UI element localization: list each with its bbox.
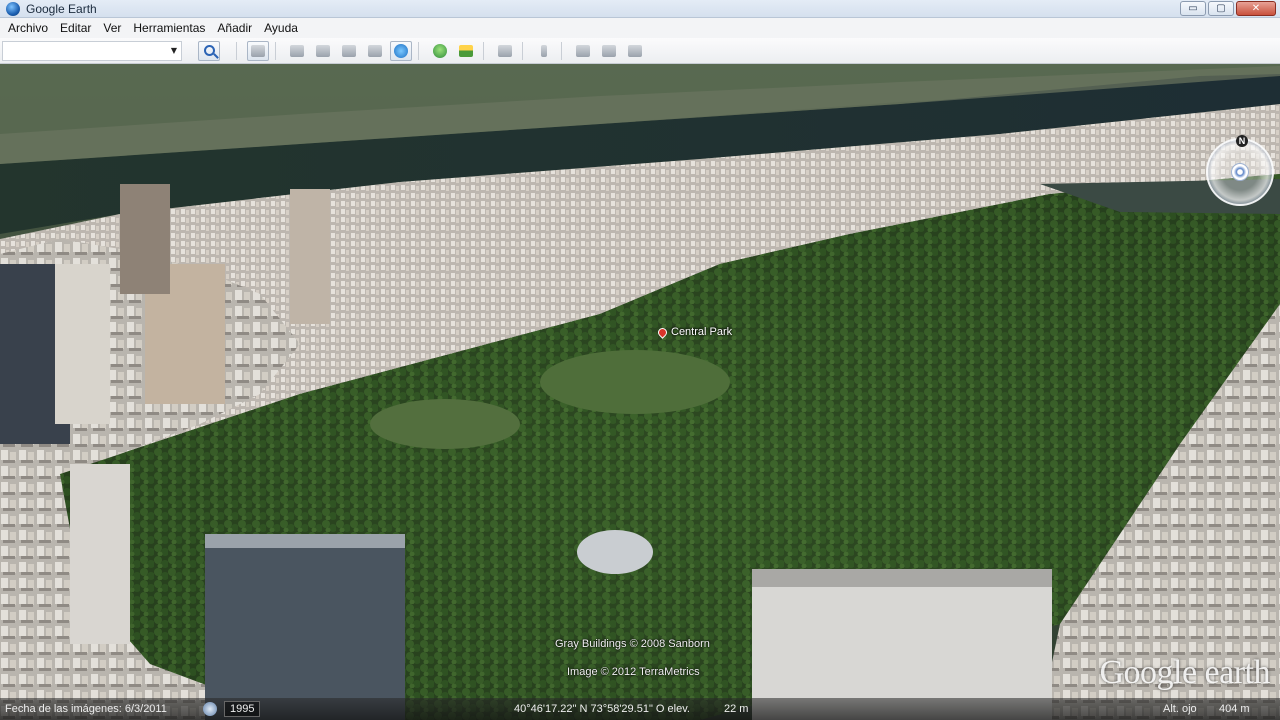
- search-combobox[interactable]: ▼: [2, 40, 182, 61]
- planets-button[interactable]: [494, 41, 516, 61]
- toolbar-separator: [522, 41, 523, 60]
- sunlight-icon: [459, 44, 473, 57]
- minimize-button[interactable]: ▭: [1180, 1, 1206, 16]
- historical-clock-icon[interactable]: [203, 702, 217, 716]
- record-tour-button[interactable]: [390, 40, 412, 61]
- toolbar: ▼: [0, 38, 1280, 64]
- print-icon: [602, 44, 616, 57]
- sidebar-icon: [251, 44, 265, 57]
- email-icon: [576, 44, 590, 57]
- close-button[interactable]: ✕: [1236, 1, 1276, 16]
- planets-icon: [498, 44, 512, 57]
- chevron-down-icon[interactable]: ▼: [167, 46, 181, 55]
- eye-altitude-label: Alt. ojo: [1163, 703, 1197, 715]
- window-title: Google Earth: [26, 1, 97, 16]
- add-polygon-button[interactable]: [312, 41, 334, 61]
- menu-ayuda[interactable]: Ayuda: [260, 21, 306, 35]
- imagery-date: Fecha de las imágenes: 6/3/2011: [5, 703, 167, 715]
- menu-anadir[interactable]: Añadir: [213, 21, 260, 35]
- placemark-label: Central Park: [671, 326, 733, 338]
- menu-herramientas[interactable]: Herramientas: [129, 21, 213, 35]
- menu-archivo[interactable]: Archivo: [4, 21, 56, 35]
- historical-imagery-icon: [433, 43, 447, 58]
- buildings-credit: Gray Buildings © 2008 Sanborn: [555, 638, 710, 650]
- year-badge[interactable]: 1995: [224, 701, 261, 717]
- title-bar: Google Earth ▭ ▢ ✕: [0, 0, 1280, 18]
- placemark-icon: [290, 44, 304, 57]
- toolbar-separator: [483, 41, 484, 60]
- add-path-button[interactable]: [338, 41, 360, 61]
- print-button[interactable]: [598, 41, 620, 61]
- status-bar: Fecha de las imágenes: 6/3/2011 1995 40°…: [0, 698, 1280, 720]
- google-earth-app-icon: [6, 1, 20, 16]
- toolbar-separator: [418, 41, 419, 60]
- map-viewport[interactable]: Central Park Gray Buildings © 2008 Sanbo…: [0, 64, 1280, 720]
- ruler-icon: [541, 44, 547, 57]
- overlay-icon: [368, 44, 382, 57]
- coordinates-readout: 40°46'17.22" N 73°58'29.51" O elev.: [514, 703, 690, 715]
- menu-editar[interactable]: Editar: [56, 21, 99, 35]
- save-image-icon: [628, 44, 642, 57]
- search-button[interactable]: [198, 40, 220, 61]
- sidebar-toggle-button[interactable]: [247, 40, 269, 61]
- toolbar-separator: [275, 41, 276, 60]
- menu-bar: Archivo Editar Ver Herramientas Añadir A…: [0, 18, 1280, 38]
- ruler-button[interactable]: [533, 41, 555, 61]
- polygon-icon: [316, 44, 330, 57]
- add-overlay-button[interactable]: [364, 41, 386, 61]
- save-image-button[interactable]: [624, 41, 646, 61]
- window-controls: ▭ ▢ ✕: [1180, 1, 1276, 16]
- email-button[interactable]: [572, 41, 594, 61]
- menu-ver[interactable]: Ver: [99, 21, 129, 35]
- imagery-credit: Image © 2012 TerraMetrics: [567, 666, 700, 678]
- record-tour-icon: [394, 43, 408, 58]
- historical-imagery-button[interactable]: [429, 41, 451, 61]
- elevation-readout: 22 m: [724, 703, 749, 715]
- central-park-placemark[interactable]: Central Park: [656, 325, 733, 339]
- google-earth-logo: Google earth: [1099, 654, 1270, 691]
- navigation-control[interactable]: N: [1206, 135, 1274, 206]
- toolbar-separator: [236, 41, 237, 60]
- placemark-pin-icon: [656, 325, 669, 339]
- maximize-button[interactable]: ▢: [1208, 1, 1234, 16]
- terrain-scene: [0, 64, 1280, 720]
- toolbar-separator: [561, 41, 562, 60]
- sunlight-button[interactable]: [455, 41, 477, 61]
- add-placemark-button[interactable]: [286, 41, 308, 61]
- north-indicator[interactable]: N: [1236, 135, 1248, 147]
- search-icon: [203, 45, 215, 56]
- path-icon: [342, 44, 356, 57]
- look-joystick-icon[interactable]: [1231, 163, 1249, 181]
- eye-altitude-value: 404 m: [1219, 703, 1250, 715]
